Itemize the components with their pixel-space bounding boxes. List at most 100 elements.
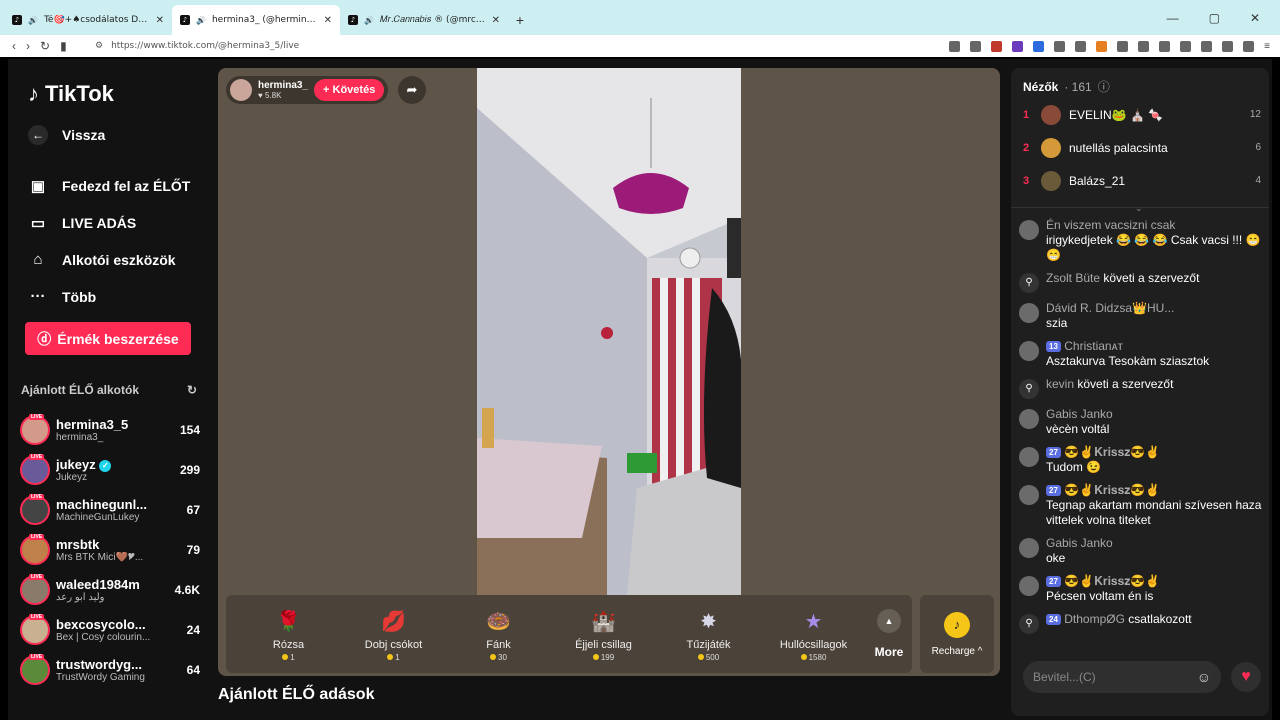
like-heart-button[interactable]: ♥: [1231, 662, 1261, 692]
live-video[interactable]: [477, 68, 741, 595]
speaker-icon[interactable]: 🔊: [28, 16, 38, 25]
extension-icon[interactable]: [1054, 40, 1066, 52]
extension-icon[interactable]: [1096, 40, 1108, 52]
forward-arrow-icon[interactable]: ›: [26, 39, 30, 53]
recommended-creator[interactable]: LIVE mrsbtk Mrs BTK Mici🤎🎔... 79: [20, 530, 200, 570]
host-name[interactable]: hermina3_: [258, 80, 308, 91]
avatar[interactable]: LIVE: [20, 454, 50, 485]
chevron-down-icon[interactable]: ⌄: [1135, 203, 1143, 214]
close-window-icon[interactable]: ✕: [1250, 11, 1260, 25]
chat-username[interactable]: Én viszem vacsizni csak: [1046, 218, 1175, 232]
top-viewer-row[interactable]: 2 nutellás palacsinta 6: [1023, 131, 1261, 164]
url-field[interactable]: https://www.tiktok.com/@hermina3_5/live: [111, 41, 299, 51]
avatar[interactable]: [1019, 576, 1039, 596]
extension-icon[interactable]: [970, 40, 982, 52]
chat-input[interactable]: Bevitel...(C) ☺: [1023, 661, 1221, 693]
gift-item[interactable]: 🏰 Éjjeli csillag 199: [551, 607, 656, 662]
speaker-icon[interactable]: 🔊: [196, 16, 206, 25]
recommended-creator[interactable]: LIVE machinegunl... MachineGunLukey 67: [20, 490, 200, 530]
bookmark-icon[interactable]: ▮: [60, 39, 67, 53]
speaker-icon[interactable]: 🔊: [364, 16, 374, 25]
recommended-creator[interactable]: LIVE trustwordyg... TrustWordy Gaming 64: [20, 650, 200, 690]
sidebar-item-go-live[interactable]: ▭ LIVE ADÁS: [28, 204, 190, 241]
browser-tab[interactable]: ♪ 🔊 Té🎯+♠csodálatos Dalma🔵 (@ ✕: [4, 5, 172, 35]
avatar[interactable]: [1041, 170, 1061, 191]
gift-item[interactable]: ✸ Tűzijáték 500: [656, 607, 761, 662]
avatar[interactable]: LIVE: [20, 614, 50, 645]
chat-username[interactable]: kevin: [1046, 377, 1074, 391]
extension-icon[interactable]: [1117, 40, 1129, 52]
avatar[interactable]: LIVE: [20, 494, 50, 525]
extension-icon[interactable]: [1159, 40, 1171, 52]
recharge-button[interactable]: ♪ Recharge ^: [920, 595, 994, 673]
extension-icon[interactable]: [991, 40, 1003, 52]
info-icon[interactable]: ⓘ: [1098, 78, 1110, 95]
chat-username[interactable]: 😎✌𝐊𝐫𝐢𝐬𝐬𝐳😎✌: [1064, 445, 1160, 459]
close-tab-icon[interactable]: ✕: [156, 15, 164, 26]
avatar[interactable]: [1019, 220, 1039, 240]
avatar[interactable]: [1019, 341, 1039, 361]
more-gifts-button[interactable]: ▲ More: [866, 609, 912, 659]
avatar[interactable]: [1019, 485, 1039, 505]
avatar[interactable]: LIVE: [20, 654, 50, 685]
browser-tab[interactable]: ♪ 🔊 𝑀𝑟.𝐶𝑎𝑛𝑛𝑎𝑏𝑖𝑠 ® (@mrcannabis_) ✕: [340, 5, 508, 35]
share-button[interactable]: ➦: [398, 76, 426, 104]
extension-icon[interactable]: [1180, 40, 1192, 52]
follow-button[interactable]: + Követés: [314, 79, 385, 101]
chat-username[interactable]: 😎✌𝐊𝐫𝐢𝐬𝐬𝐳😎✌: [1064, 574, 1160, 588]
browser-tab[interactable]: ♪ 🔊 hermina3_ (@hermina3_5) Élő ✕: [172, 5, 340, 35]
close-tab-icon[interactable]: ✕: [492, 15, 500, 26]
gift-item[interactable]: 💋 Dobj csókot 1: [341, 607, 446, 662]
sidebar-item-more[interactable]: ··· Több: [28, 278, 190, 315]
viewers-header[interactable]: Nézők · 161 ⓘ: [1023, 78, 1110, 95]
chat-username[interactable]: Christianᴀᴛ: [1064, 339, 1123, 353]
avatar[interactable]: [1041, 104, 1061, 125]
back-arrow-icon[interactable]: ‹: [12, 39, 16, 53]
top-viewer-row[interactable]: 1 EVELIN🐸 ⛪ 🍬 12: [1023, 98, 1261, 131]
emoji-icon[interactable]: ☺: [1197, 669, 1211, 685]
menu-icon[interactable]: ≡: [1264, 41, 1270, 52]
extension-icon[interactable]: [1138, 40, 1150, 52]
gift-item[interactable]: 🍩 Fánk 30: [446, 607, 551, 662]
avatar[interactable]: [1019, 447, 1039, 467]
extension-icon[interactable]: [1201, 40, 1213, 52]
refresh-icon[interactable]: ↻: [187, 383, 197, 397]
recommended-creator[interactable]: LIVE bexcosycolo... Bex | Cosy colourin...…: [20, 610, 200, 650]
extension-icon[interactable]: [949, 40, 961, 52]
new-tab-button[interactable]: +: [508, 5, 532, 35]
minimize-icon[interactable]: —: [1167, 11, 1179, 25]
back-button[interactable]: ← Vissza: [28, 125, 105, 145]
sidebar-item-creator-tools[interactable]: ⌂ Alkotói eszközök: [28, 241, 190, 278]
get-coins-button[interactable]: ⓓ Érmék beszerzése: [25, 322, 191, 355]
extension-icon[interactable]: [1243, 40, 1255, 52]
avatar[interactable]: [1041, 137, 1061, 158]
avatar[interactable]: LIVE: [20, 534, 50, 565]
avatar[interactable]: LIVE: [20, 574, 50, 605]
recommended-creator[interactable]: LIVE jukeyz ✓ Jukeyz 299: [20, 450, 200, 490]
chat-username[interactable]: Gabis Janko: [1046, 407, 1113, 421]
chat-username[interactable]: Gabis Janko: [1046, 536, 1113, 550]
avatar[interactable]: LIVE: [20, 414, 50, 445]
top-viewer-row[interactable]: 3 Balázs_21 4: [1023, 164, 1261, 197]
chat-username[interactable]: 😎✌𝐊𝐫𝐢𝐬𝐬𝐳😎✌: [1064, 483, 1160, 497]
recommended-creator[interactable]: LIVE hermina3_5 hermina3_ 154: [20, 410, 200, 450]
extension-icon[interactable]: [1012, 40, 1024, 52]
avatar[interactable]: [1019, 538, 1039, 558]
sidebar-item-explore-live[interactable]: ▣ Fedezd fel az ÉLŐT: [28, 167, 190, 204]
chat-username[interactable]: Dávid R. Didzsa👑HU...: [1046, 301, 1174, 315]
chat-username[interactable]: Zsolt Büte: [1046, 271, 1100, 285]
avatar[interactable]: [1019, 409, 1039, 429]
extension-icon[interactable]: [1033, 40, 1045, 52]
extension-icon[interactable]: [1222, 40, 1234, 52]
gift-item[interactable]: 🌹 Rózsa 1: [236, 607, 341, 662]
maximize-icon[interactable]: ▢: [1209, 11, 1220, 25]
recommended-creator[interactable]: LIVE waleed1984m وليد ابو رعد 4.6K: [20, 570, 200, 610]
avatar[interactable]: [1019, 303, 1039, 323]
chat-username[interactable]: DthompØG: [1064, 612, 1125, 626]
host-avatar[interactable]: [230, 79, 252, 101]
close-tab-icon[interactable]: ✕: [324, 15, 332, 26]
reload-icon[interactable]: ↻: [40, 39, 50, 53]
site-info-icon[interactable]: ⚙: [95, 41, 103, 51]
extension-icon[interactable]: [1075, 40, 1087, 52]
gift-item[interactable]: ★ Hullócsillagok 1580: [761, 607, 866, 662]
